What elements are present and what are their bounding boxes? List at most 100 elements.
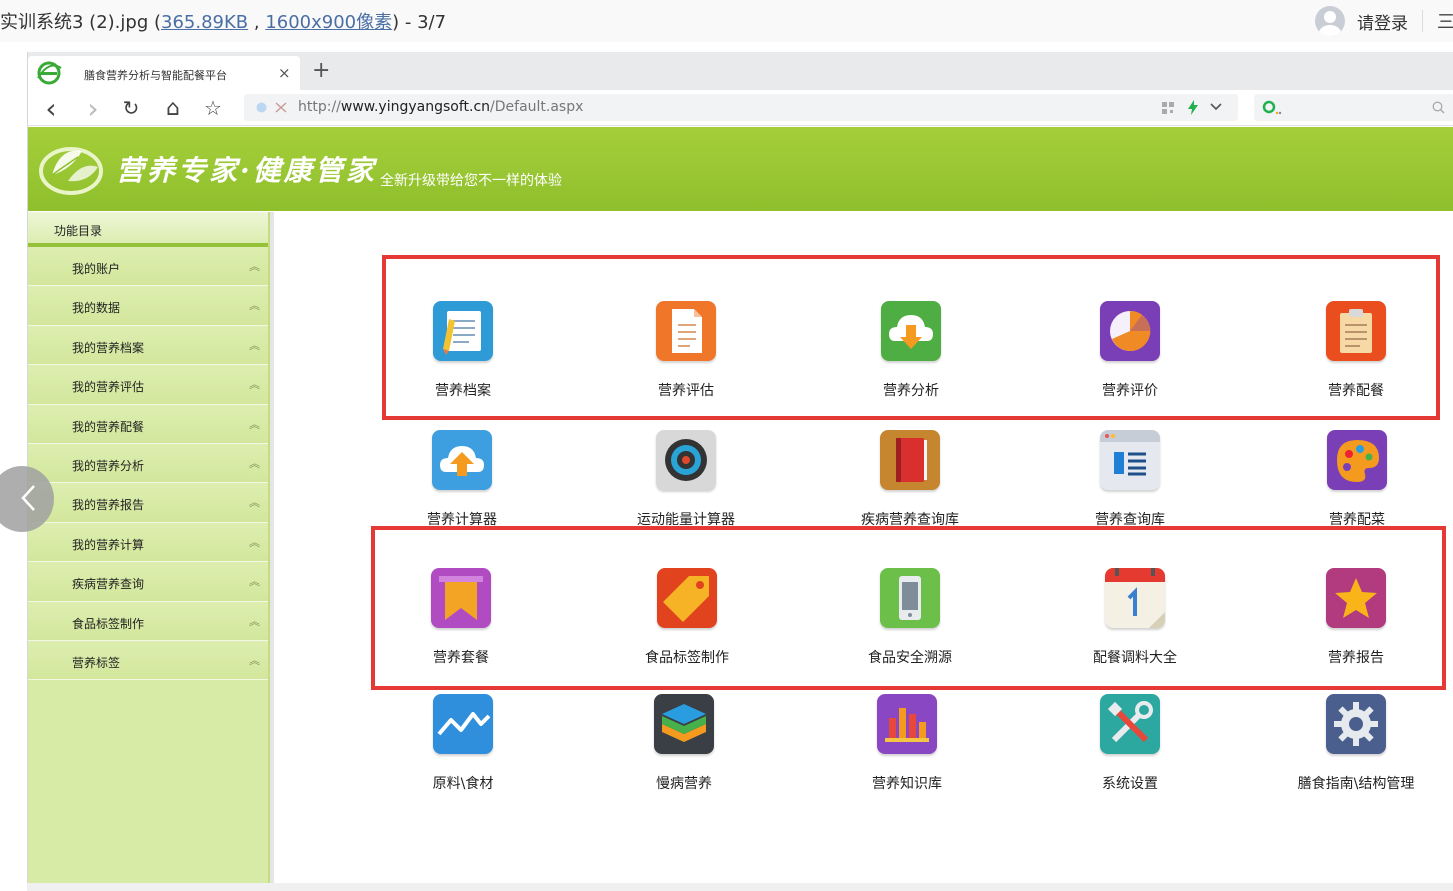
address-bar[interactable]: http://www.yingyangsoft.cn/Default.aspx	[244, 94, 1238, 121]
layers-icon	[654, 694, 714, 754]
book-icon	[880, 430, 940, 490]
collapse-chevron-icon[interactable]: ︽	[249, 376, 260, 392]
sidebar-item-label: 我的数据	[72, 301, 121, 316]
sidebar-item-nutrition-analysis[interactable]: 我的营养分析 ︽	[28, 443, 268, 484]
sidebar-item-label: 我的营养配餐	[72, 419, 145, 434]
dropdown-chevron-icon[interactable]	[1210, 103, 1222, 111]
browser-status-bar	[27, 883, 1453, 891]
sidebar-item-food-label[interactable]: 食品标签制作 ︽	[28, 601, 268, 641]
function-grid: 营养档案 营养评估 营养分析 营养评价 营养配餐 营养计算器 运动能量计算器 疾…	[276, 212, 1453, 891]
bar-chart-icon	[877, 694, 937, 754]
site-header: 营养专家·健康管家 全新升级带给您不一样的体验	[28, 127, 1453, 211]
sidebar-item-label: 我的营养报告	[72, 498, 145, 513]
grid-item-label: 原料\食材	[432, 776, 494, 792]
browser-tab[interactable]: 膳食营养分析与智能配餐平台 ×	[28, 56, 300, 90]
grid-item-nutrition-query-library[interactable]: 营养查询库	[1030, 430, 1230, 529]
target-icon	[656, 430, 716, 490]
sidebar-item-meal-planning[interactable]: 我的营养配餐 ︽	[28, 404, 268, 444]
grid-item-nutrition-calculator[interactable]: 营养计算器	[362, 430, 562, 529]
sidebar-item-account[interactable]: 我的账户 ︽	[28, 247, 268, 287]
line-chart-icon	[433, 694, 493, 754]
sidebar-item-label: 我的账户	[72, 262, 121, 276]
sidebar-item-label: 食品标签制作	[72, 616, 145, 631]
new-tab-button[interactable]: +	[312, 58, 330, 83]
sidebar-item-label: 疾病营养查询	[72, 577, 145, 592]
security-icon	[256, 102, 267, 113]
collapse-chevron-icon[interactable]: ︽	[249, 297, 260, 313]
navigation-bar: ‹ › ↻ ⌂ ☆ http://www.yingyangsoft.cn/Def…	[28, 90, 1453, 126]
divider	[1422, 10, 1423, 32]
lightning-icon[interactable]	[1188, 100, 1198, 115]
leaf-logo-icon	[39, 147, 103, 195]
browser-logo-icon	[37, 61, 62, 85]
sidebar-item-nutrition-label[interactable]: 营养标签 ︽	[28, 640, 268, 681]
sidebar-item-label: 我的营养分析	[72, 458, 145, 473]
grid-item-exercise-energy-calculator[interactable]: 运动能量计算器	[586, 430, 786, 529]
user-avatar-icon[interactable]	[1315, 6, 1345, 36]
collapse-chevron-icon[interactable]: ︽	[249, 494, 260, 510]
sidebar-item-nutrition-calc[interactable]: 我的营养计算 ︽	[28, 522, 268, 563]
tools-icon	[1100, 694, 1160, 754]
sidebar-header: 功能目录	[28, 212, 268, 247]
sidebar-item-nutrition-assessment[interactable]: 我的营养评估 ︽	[28, 365, 268, 405]
image-dimensions-link[interactable]: 1600x900像素	[265, 12, 392, 33]
sidebar-item-nutrition-file[interactable]: 我的营养档案 ︽	[28, 325, 268, 366]
palette-icon	[1327, 430, 1387, 490]
url-host: www.yingyangsoft.cn	[340, 99, 491, 115]
sidebar-item-label: 我的营养计算	[72, 537, 145, 552]
login-button[interactable]: 请登录	[1357, 9, 1408, 34]
menu-icon[interactable]: 三	[1437, 8, 1453, 34]
tab-title: 膳食营养分析与智能配餐平台	[84, 69, 227, 82]
site-brand: 营养专家·健康管家	[116, 154, 377, 187]
collapse-chevron-icon[interactable]: ︽	[249, 573, 260, 589]
tab-strip: 膳食营养分析与智能配餐平台 × +	[28, 52, 1453, 90]
url-text: http://www.yingyangsoft.cn/Default.aspx	[298, 99, 583, 115]
site-slogan: 全新升级带给您不一样的体验	[380, 173, 562, 189]
viewer-title-sep: ,	[248, 12, 266, 33]
sidebar-scrollbar[interactable]	[270, 212, 274, 891]
grid-item-chronic-disease-nutrition[interactable]: 慢病营养	[584, 694, 784, 793]
sidebar-item-disease-query[interactable]: 疾病营养查询 ︽	[28, 562, 268, 602]
collapse-chevron-icon[interactable]: ︽	[249, 534, 260, 550]
forward-icon[interactable]: ›	[80, 92, 106, 125]
grid-item-system-settings[interactable]: 系统设置	[1030, 694, 1230, 793]
search-box[interactable]	[1254, 94, 1453, 121]
collapse-chevron-icon[interactable]: ︽	[249, 258, 260, 274]
list-window-icon	[1100, 430, 1160, 490]
reload-icon[interactable]: ↻	[118, 95, 144, 121]
url-scheme: http://	[298, 99, 341, 115]
collapse-chevron-icon[interactable]: ︽	[249, 455, 260, 471]
grid-item-ingredients[interactable]: 原料\食材	[363, 694, 563, 793]
cloud-upload-icon	[432, 430, 492, 490]
viewer-title-suffix: ) - 3/7	[392, 12, 447, 33]
collapse-chevron-icon[interactable]: ︽	[249, 337, 260, 353]
grid-item-label: 系统设置	[1102, 776, 1158, 792]
search-engine-icon	[1262, 100, 1282, 115]
viewer-title-bar: 实训系统3 (2).jpg (365.89KB , 1600x900像素) - …	[0, 0, 1453, 42]
sidebar: 功能目录 我的账户 ︽ 我的数据 ︽ 我的营养档案 ︽ 我的营养评估 ︽ 我的营养配餐 ︽…	[28, 212, 274, 891]
bookmark-star-icon[interactable]: ☆	[200, 95, 226, 121]
file-size-link[interactable]: 365.89KB	[161, 12, 248, 33]
search-icon[interactable]	[1432, 101, 1445, 114]
grid-item-nutrition-dishes[interactable]: 营养配菜	[1257, 430, 1453, 529]
sidebar-item-label: 我的营养档案	[72, 340, 145, 355]
viewer-file-title: 实训系统3 (2).jpg (365.89KB , 1600x900像素) - …	[0, 8, 446, 34]
grid-item-label: 膳食指南\结构管理	[1297, 776, 1415, 792]
home-icon[interactable]: ⌂	[160, 95, 186, 121]
back-icon[interactable]: ‹	[38, 92, 64, 125]
qr-code-icon[interactable]	[1162, 102, 1174, 114]
tab-close-icon[interactable]: ×	[278, 64, 291, 82]
collapse-chevron-icon[interactable]: ︽	[249, 416, 260, 432]
sidebar-item-data[interactable]: 我的数据 ︽	[28, 286, 268, 326]
grid-item-dietary-guidelines[interactable]: 膳食指南\结构管理	[1256, 694, 1453, 793]
grid-item-disease-nutrition-library[interactable]: 疾病营养查询库	[810, 430, 1010, 529]
highlight-box-bottom	[371, 526, 1446, 690]
flash-blocked-icon	[275, 102, 287, 113]
sidebar-item-label: 我的营养评估	[72, 380, 145, 395]
viewer-title-prefix: 实训系统3 (2).jpg (	[0, 12, 161, 33]
grid-item-nutrition-knowledge-base[interactable]: 营养知识库	[807, 694, 1007, 793]
collapse-chevron-icon[interactable]: ︽	[249, 652, 260, 668]
sidebar-item-nutrition-report[interactable]: 我的营养报告 ︽	[28, 483, 268, 523]
collapse-chevron-icon[interactable]: ︽	[249, 613, 260, 629]
grid-item-label: 慢病营养	[656, 776, 712, 792]
